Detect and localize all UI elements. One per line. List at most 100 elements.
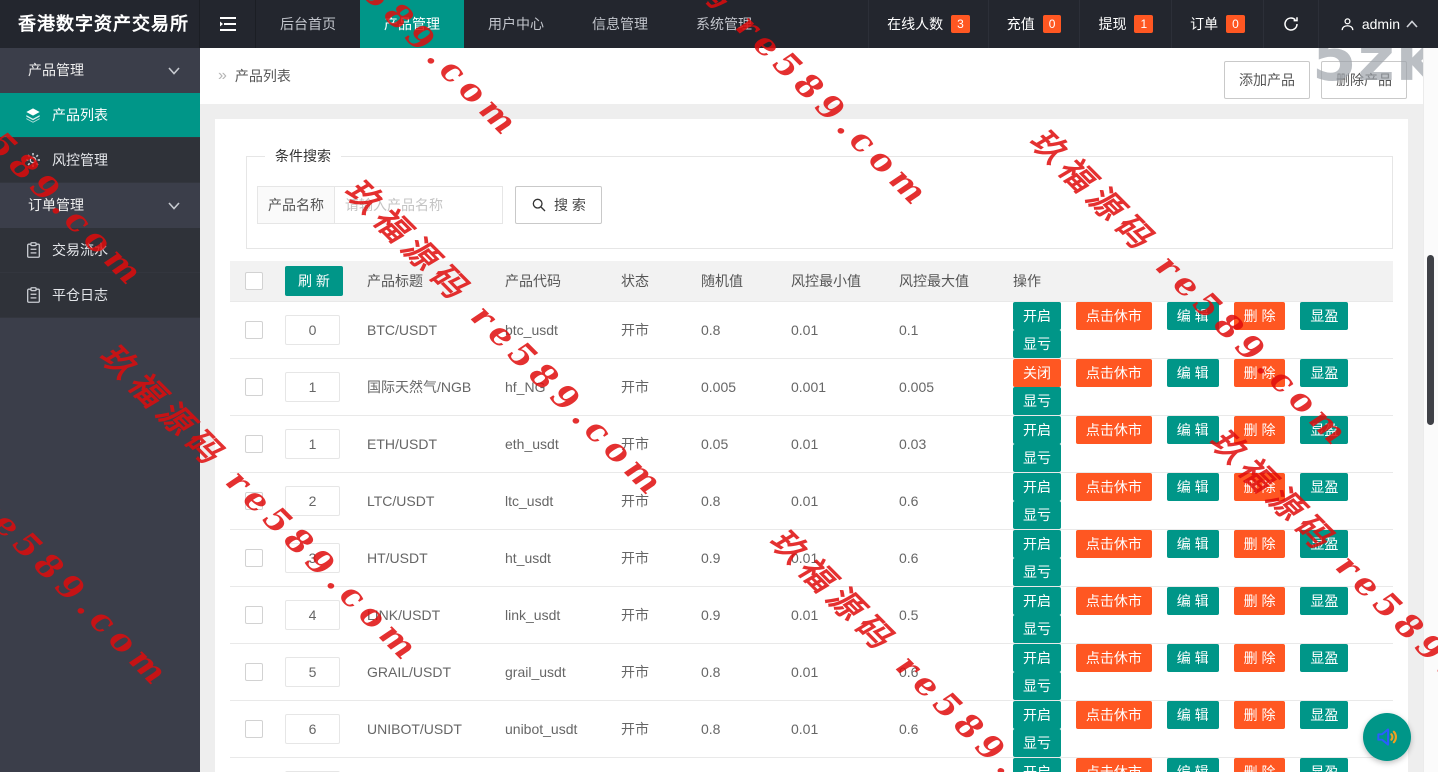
refresh-page-button[interactable]: [1262, 0, 1318, 48]
sidebar-item-close-log[interactable]: 平仓日志: [0, 273, 200, 318]
show-loss-button[interactable]: 显亏: [1013, 671, 1061, 700]
rest-market-button[interactable]: 点击休市: [1075, 529, 1152, 558]
toggle-market-button[interactable]: 开启: [1013, 757, 1061, 772]
edit-button[interactable]: 编 辑: [1166, 358, 1219, 387]
show-profit-button[interactable]: 显盈: [1300, 757, 1349, 772]
show-profit-button[interactable]: 显盈: [1300, 301, 1349, 330]
delete-button[interactable]: 删 除: [1233, 700, 1286, 729]
toggle-market-button[interactable]: 开启: [1013, 301, 1061, 330]
rest-market-button[interactable]: 点击休市: [1075, 586, 1152, 615]
show-profit-button[interactable]: 显盈: [1300, 700, 1349, 729]
show-loss-button[interactable]: 显亏: [1013, 500, 1061, 529]
stat-online[interactable]: 在线人数 3: [868, 0, 988, 48]
show-profit-button[interactable]: 显盈: [1300, 472, 1349, 501]
rest-market-button[interactable]: 点击休市: [1075, 700, 1152, 729]
delete-button[interactable]: 删 除: [1233, 757, 1286, 772]
row-checkbox[interactable]: [245, 662, 263, 681]
toggle-market-button[interactable]: 开启: [1013, 415, 1061, 444]
show-loss-button[interactable]: 显亏: [1013, 557, 1061, 586]
stat-recharge[interactable]: 充值 0: [987, 0, 1080, 48]
sort-input[interactable]: [285, 314, 340, 345]
edit-button[interactable]: 编 辑: [1166, 700, 1219, 729]
rest-market-button[interactable]: 点击休市: [1075, 358, 1152, 387]
sidebar-group-product[interactable]: 产品管理: [0, 48, 200, 93]
nav-item-system[interactable]: 系统管理: [672, 0, 776, 48]
show-loss-button[interactable]: 显亏: [1013, 443, 1061, 472]
show-loss-button[interactable]: 显亏: [1013, 614, 1061, 643]
refresh-table-button[interactable]: 刷 新: [285, 265, 343, 296]
toggle-market-button[interactable]: 开启: [1013, 643, 1061, 672]
sidebar-group-order[interactable]: 订单管理: [0, 183, 200, 228]
row-checkbox[interactable]: [245, 320, 263, 339]
sort-input[interactable]: [285, 542, 340, 573]
show-profit-button[interactable]: 显盈: [1300, 586, 1349, 615]
stat-withdraw[interactable]: 提现 1: [1079, 0, 1171, 48]
sidebar-item-product-list[interactable]: 产品列表: [0, 93, 200, 138]
row-checkbox[interactable]: [245, 377, 263, 396]
row-checkbox[interactable]: [245, 491, 263, 510]
sort-input[interactable]: [285, 371, 340, 402]
show-profit-button[interactable]: 显盈: [1300, 529, 1349, 558]
toggle-market-button[interactable]: 开启: [1013, 700, 1061, 729]
edit-button[interactable]: 编 辑: [1166, 757, 1219, 772]
toggle-market-button[interactable]: 关闭: [1013, 358, 1061, 387]
sort-input[interactable]: [285, 656, 340, 687]
toggle-market-button[interactable]: 开启: [1013, 529, 1061, 558]
show-profit-button[interactable]: 显盈: [1300, 358, 1349, 387]
row-checkbox[interactable]: [245, 719, 263, 738]
collapse-sidebar-button[interactable]: [200, 0, 256, 48]
show-loss-button[interactable]: 显亏: [1013, 728, 1061, 757]
show-profit-button[interactable]: 显盈: [1300, 643, 1349, 672]
sort-input[interactable]: [285, 713, 340, 744]
stat-orders[interactable]: 订单 0: [1171, 0, 1263, 48]
col-header-risk-min: 风控最小值: [791, 272, 861, 289]
sort-input[interactable]: [285, 599, 340, 630]
edit-button[interactable]: 编 辑: [1166, 472, 1219, 501]
delete-button[interactable]: 删 除: [1233, 643, 1286, 672]
edit-button[interactable]: 编 辑: [1166, 301, 1219, 330]
show-profit-button[interactable]: 显盈: [1300, 415, 1349, 444]
select-all-checkbox[interactable]: [245, 271, 263, 290]
delete-button[interactable]: 删 除: [1233, 586, 1286, 615]
sort-input[interactable]: [285, 485, 340, 516]
audio-notification-button[interactable]: [1363, 713, 1411, 761]
rest-market-button[interactable]: 点击休市: [1075, 757, 1152, 772]
show-loss-button[interactable]: 显亏: [1013, 329, 1061, 358]
delete-button[interactable]: 删 除: [1233, 415, 1286, 444]
scrollbar-track[interactable]: [1423, 48, 1438, 772]
toggle-market-button[interactable]: 开启: [1013, 586, 1061, 615]
edit-button[interactable]: 编 辑: [1166, 415, 1219, 444]
user-menu[interactable]: admin: [1317, 0, 1438, 48]
nav-item-users[interactable]: 用户中心: [464, 0, 568, 48]
rest-market-button[interactable]: 点击休市: [1075, 301, 1152, 330]
row-checkbox[interactable]: [245, 548, 263, 567]
delete-button[interactable]: 删 除: [1233, 472, 1286, 501]
toggle-market-button[interactable]: 开启: [1013, 472, 1061, 501]
delete-button[interactable]: 删 除: [1233, 301, 1286, 330]
sidebar-item-trade-flow[interactable]: 交易流水: [0, 228, 200, 273]
edit-button[interactable]: 编 辑: [1166, 529, 1219, 558]
add-product-button[interactable]: 添加产品: [1224, 61, 1310, 99]
edit-button[interactable]: 编 辑: [1166, 586, 1219, 615]
sort-input[interactable]: [285, 428, 340, 459]
sidebar-item-risk[interactable]: 风控管理: [0, 138, 200, 183]
search-button[interactable]: 搜 索: [515, 186, 602, 224]
delete-button[interactable]: 删 除: [1233, 529, 1286, 558]
delete-button[interactable]: 删 除: [1233, 358, 1286, 387]
delete-product-button[interactable]: 删除产品: [1321, 61, 1407, 99]
rest-market-button[interactable]: 点击休市: [1075, 643, 1152, 672]
row-checkbox[interactable]: [245, 605, 263, 624]
show-loss-button[interactable]: 显亏: [1013, 386, 1061, 415]
nav-item-info[interactable]: 信息管理: [568, 0, 672, 48]
scrollbar-thumb[interactable]: [1427, 255, 1434, 425]
nav-item-dashboard[interactable]: 后台首页: [256, 0, 360, 48]
page-actions: 添加产品 删除产品: [1224, 61, 1407, 99]
edit-button[interactable]: 编 辑: [1166, 643, 1219, 672]
rest-market-button[interactable]: 点击休市: [1075, 472, 1152, 501]
rest-market-button[interactable]: 点击休市: [1075, 415, 1152, 444]
row-checkbox[interactable]: [245, 434, 263, 453]
col-header-code: 产品代码: [505, 272, 561, 289]
product-name-input[interactable]: [335, 186, 503, 224]
product-code: ht_usdt: [505, 549, 551, 566]
nav-item-products[interactable]: 产品管理: [360, 0, 464, 48]
